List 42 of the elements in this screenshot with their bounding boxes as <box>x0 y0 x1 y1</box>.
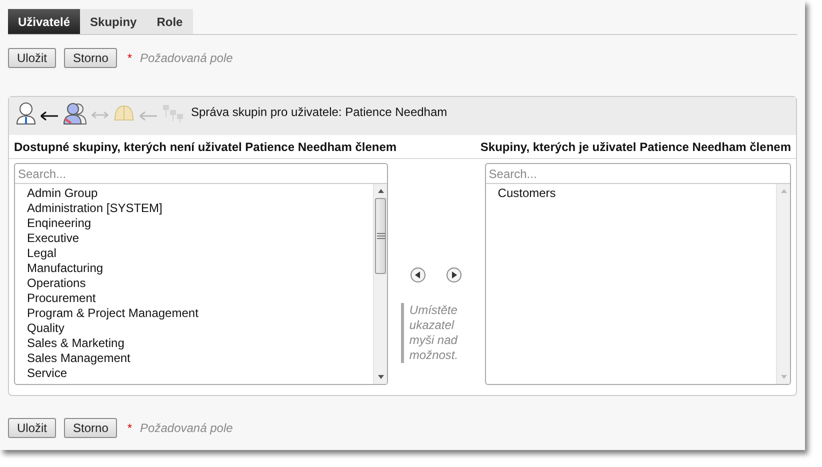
group-list-item[interactable]: Legal <box>27 246 374 261</box>
save-button[interactable]: Uložit <box>8 418 56 438</box>
group-list-item[interactable]: Admin Group <box>27 186 374 201</box>
cancel-button[interactable]: Storno <box>64 418 118 438</box>
tab[interactable]: Skupiny <box>80 9 147 34</box>
group-list-item[interactable]: Quality <box>27 321 374 336</box>
group-list-item[interactable]: Executive <box>27 231 374 246</box>
tab[interactable]: Uživatelé <box>8 9 80 34</box>
search-field[interactable]: Search... <box>486 164 790 184</box>
scrollbar[interactable] <box>373 184 388 384</box>
group-list-item[interactable]: Administration [SYSTEM] <box>27 201 374 216</box>
grip-icon <box>376 233 385 239</box>
hover-hint: Umístěte ukazatel myši nad možnost. <box>401 303 464 363</box>
save-button[interactable]: Uložit <box>8 48 56 68</box>
tab[interactable]: Role <box>146 9 193 34</box>
user-icon <box>15 101 37 125</box>
group-list-item[interactable]: Customers <box>498 186 776 201</box>
group-list-item[interactable]: Procurement <box>27 291 374 306</box>
required-asterisk: * <box>127 420 132 437</box>
double-arrow-icon <box>91 111 109 119</box>
column-heading: Skupiny, kterých je uživatel Patience Needham členem <box>480 138 791 156</box>
cancel-button[interactable]: Storno <box>64 48 118 68</box>
required-asterisk: * <box>127 50 132 67</box>
required-fields-note: Požadovaná pole <box>140 50 233 67</box>
search-field[interactable]: Search... <box>15 164 388 184</box>
required-fields-note: Požadovaná pole <box>140 420 233 437</box>
arrow-left-icon <box>40 111 59 121</box>
arrow-left-icon <box>139 111 158 121</box>
group-list-item[interactable]: Service <box>27 366 374 381</box>
group-icon <box>62 101 88 125</box>
group-list-item[interactable]: Program & Project Management <box>27 306 374 321</box>
group-list-item[interactable]: Operations <box>27 276 374 291</box>
group-list-item[interactable]: Sales & Marketing <box>27 336 374 351</box>
group-list-item[interactable]: Manufacturing <box>27 261 374 276</box>
column-heading: Dostupné skupiny, kterých není uživatel Patience Needham členem <box>14 138 397 156</box>
group-list-item[interactable]: Sales Management <box>27 351 374 366</box>
group-list-item[interactable]: Enqineering <box>27 216 374 231</box>
move-left-button[interactable] <box>410 267 426 283</box>
scroll-up-arrow-icon[interactable] <box>378 189 384 193</box>
panel-title: Správa skupin pro uživatele: Patience Needham <box>191 104 448 121</box>
move-right-button[interactable] <box>446 267 462 283</box>
scroll-down-arrow-icon[interactable] <box>378 375 384 379</box>
